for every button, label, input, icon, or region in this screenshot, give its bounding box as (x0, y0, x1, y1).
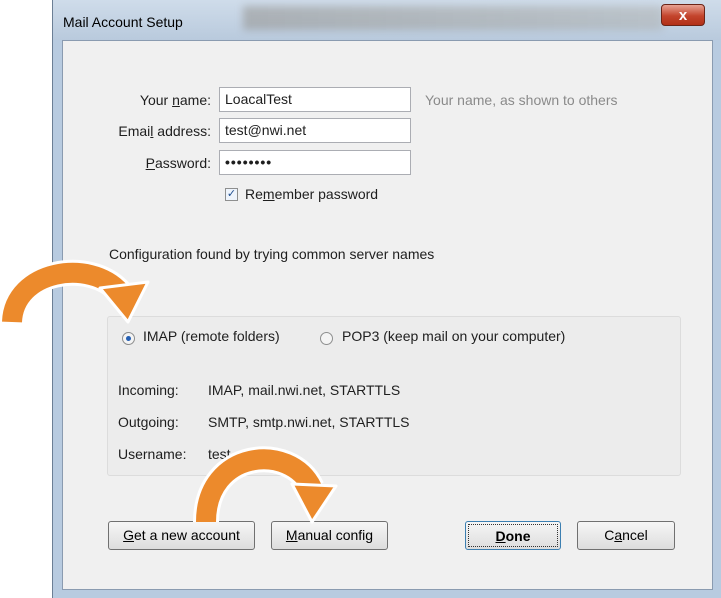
name-label: Your name: (139, 92, 211, 108)
pop3-label[interactable]: POP3 (keep mail on your computer) (342, 328, 565, 344)
close-button[interactable]: x (661, 4, 705, 26)
incoming-value: IMAP, mail.nwi.net, STARTTLS (208, 382, 401, 398)
server-config-panel: IMAP (remote folders) POP3 (keep mail on… (107, 316, 681, 476)
configuration-status: Configuration found by trying common ser… (109, 246, 435, 262)
username-label: Username: (118, 446, 187, 462)
remember-password-checkbox[interactable]: ✓ (225, 188, 238, 201)
title-bar[interactable]: Mail Account Setup x (53, 0, 721, 40)
password-label: Password: (145, 155, 211, 171)
window-title: Mail Account Setup (63, 14, 183, 30)
cancel-button[interactable]: Cancel (577, 521, 675, 550)
username-value: test (208, 446, 231, 462)
mail-account-setup-window: Mail Account Setup x Your name: LoacalTe… (52, 0, 721, 598)
name-field[interactable]: LoacalTest (219, 87, 411, 112)
imap-label[interactable]: IMAP (remote folders) (143, 328, 280, 344)
dialog-body: Your name: LoacalTest Your name, as show… (62, 40, 713, 590)
incoming-label: Incoming: (118, 382, 179, 398)
pop3-radio[interactable] (320, 332, 333, 345)
title-bar-background (243, 6, 663, 30)
outgoing-value: SMTP, smtp.nwi.net, STARTTLS (208, 414, 410, 430)
imap-radio[interactable] (122, 332, 135, 345)
done-button[interactable]: Done (465, 521, 561, 550)
email-label: Email address: (118, 123, 211, 139)
email-field[interactable]: test@nwi.net (219, 118, 411, 143)
remember-password-label[interactable]: Remember password (245, 186, 378, 202)
get-new-account-button[interactable]: Get a new account (108, 521, 255, 550)
password-field[interactable]: •••••••• (219, 150, 411, 175)
name-hint: Your name, as shown to others (425, 92, 618, 108)
manual-config-button[interactable]: Manual config (271, 521, 388, 550)
outgoing-label: Outgoing: (118, 414, 179, 430)
